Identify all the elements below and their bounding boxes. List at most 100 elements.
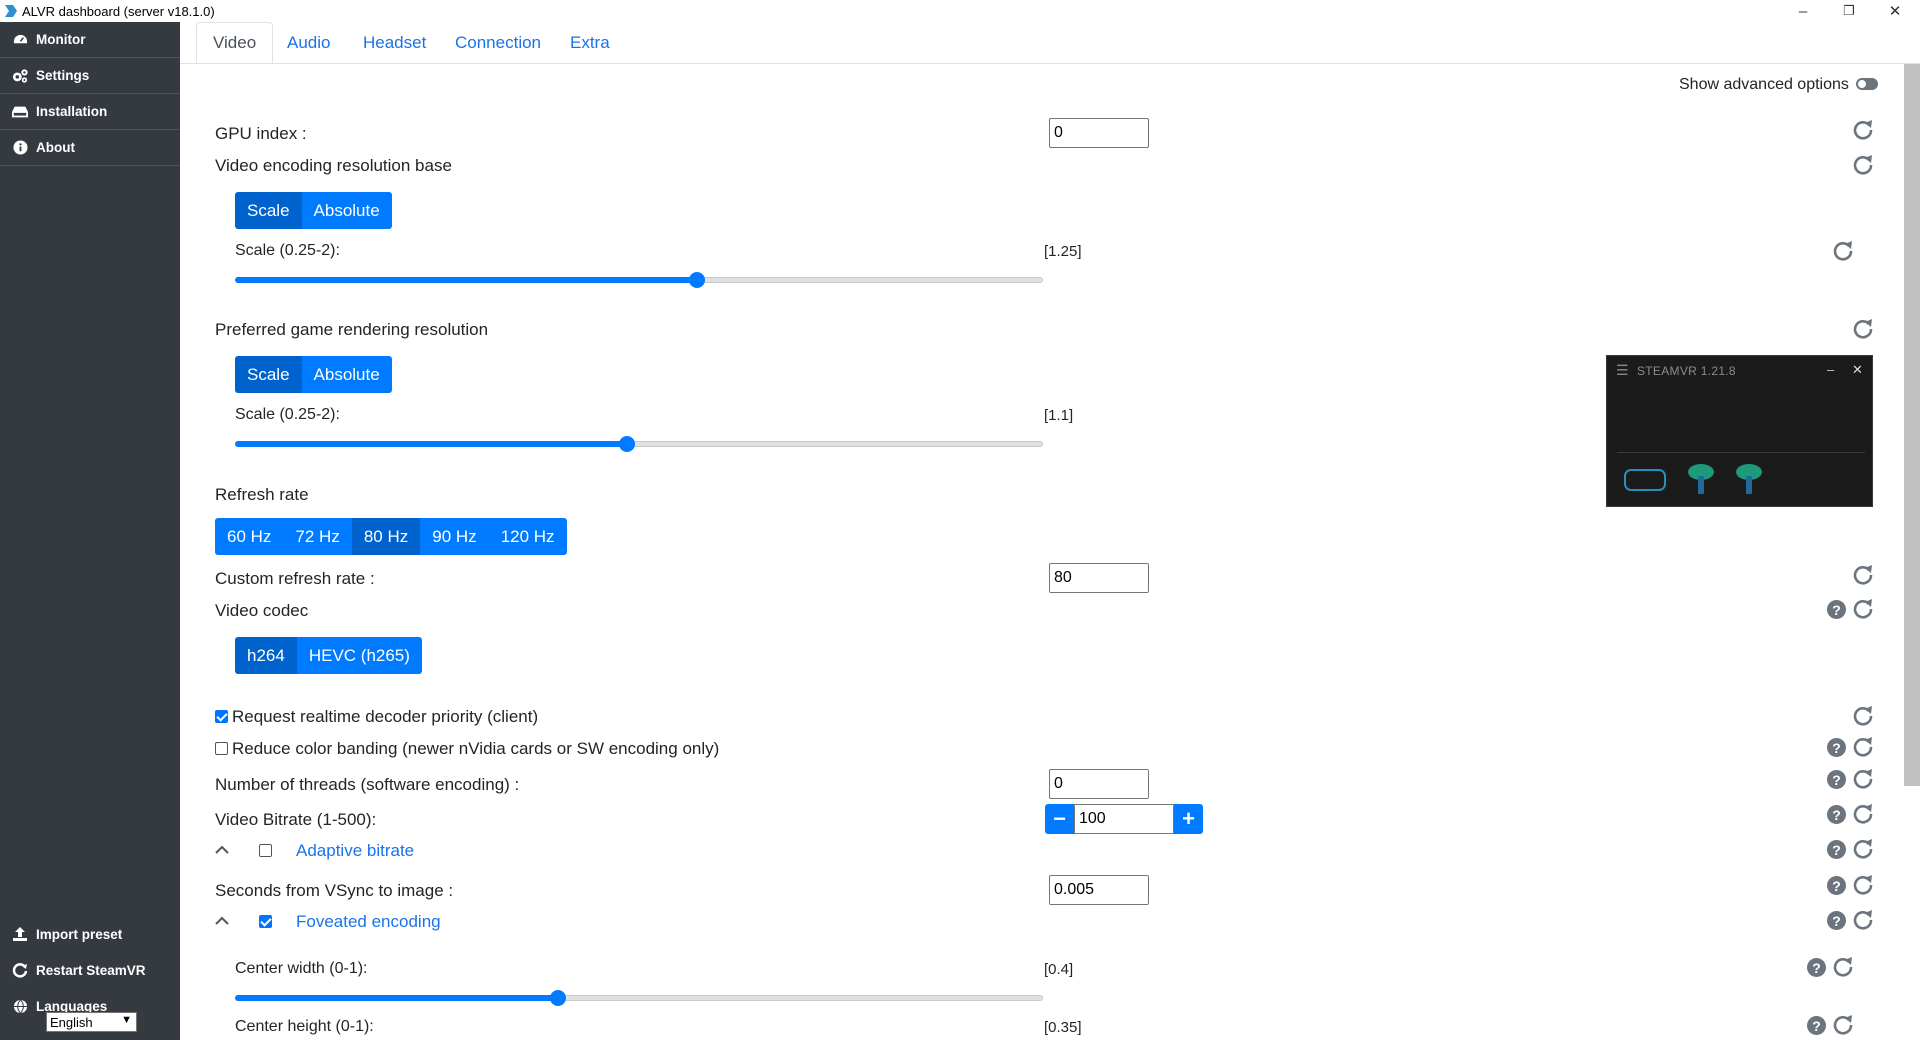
chevron-up-icon[interactable] bbox=[212, 911, 232, 931]
upload-icon bbox=[12, 926, 28, 942]
show-advanced-toggle[interactable] bbox=[1856, 78, 1878, 90]
slider-thumb[interactable] bbox=[688, 272, 705, 288]
tab-connection[interactable]: Connection bbox=[439, 22, 557, 64]
tab-headset[interactable]: Headset bbox=[347, 22, 442, 64]
steamvr-title: STEAMVR 1.21.8 bbox=[1637, 364, 1736, 378]
tab-video[interactable]: Video bbox=[196, 22, 274, 64]
slider-fill bbox=[235, 995, 559, 1001]
video-codec-label: Video codec bbox=[215, 601, 309, 620]
bitrate-decrement-button[interactable]: − bbox=[1045, 804, 1074, 834]
realtime-priority-checkbox[interactable] bbox=[215, 710, 228, 723]
codec-h264-button[interactable]: h264 bbox=[235, 637, 297, 674]
show-advanced-label: Show advanced options bbox=[1679, 76, 1849, 93]
reset-icon[interactable] bbox=[1852, 767, 1874, 789]
reset-icon[interactable] bbox=[1832, 1013, 1854, 1035]
reset-icon[interactable] bbox=[1832, 955, 1854, 977]
speedometer-icon bbox=[12, 32, 28, 48]
menu-icon[interactable]: ☰ bbox=[1616, 362, 1629, 379]
help-icon[interactable]: ? bbox=[1827, 911, 1846, 930]
reset-icon[interactable] bbox=[1852, 802, 1874, 824]
slider-fill bbox=[235, 441, 628, 447]
window-close-button[interactable]: ✕ bbox=[1872, 0, 1918, 22]
foveated-encoding-checkbox[interactable] bbox=[259, 915, 272, 928]
reset-icon[interactable] bbox=[1852, 873, 1874, 895]
center-width-slider[interactable] bbox=[235, 990, 1043, 1006]
sidebar-item-monitor[interactable]: Monitor bbox=[0, 22, 180, 58]
center-width-label: Center width (0-1): bbox=[235, 960, 368, 977]
help-icon[interactable]: ? bbox=[1827, 770, 1846, 789]
help-icon[interactable]: ? bbox=[1827, 805, 1846, 824]
steamvr-minimize-button[interactable]: – bbox=[1827, 362, 1834, 377]
reset-icon[interactable] bbox=[1852, 704, 1874, 726]
bitrate-increment-button[interactable]: + bbox=[1174, 804, 1203, 834]
game-scale-slider[interactable] bbox=[235, 436, 1043, 452]
reset-icon[interactable] bbox=[1852, 908, 1874, 930]
absolute-button[interactable]: Absolute bbox=[301, 356, 392, 393]
custom-refresh-input[interactable] bbox=[1049, 563, 1149, 593]
foveated-encoding-link[interactable]: Foveated encoding bbox=[296, 912, 441, 932]
refresh-rate-label: Refresh rate bbox=[215, 485, 309, 504]
help-icon[interactable]: ? bbox=[1807, 1016, 1826, 1035]
help-icon[interactable]: ? bbox=[1807, 958, 1826, 977]
reset-icon[interactable] bbox=[1852, 563, 1874, 585]
sidebar-bottom-label: Import preset bbox=[36, 926, 123, 942]
sidebar-item-about[interactable]: About bbox=[0, 130, 180, 166]
reset-icon[interactable] bbox=[1852, 597, 1874, 619]
steamvr-close-button[interactable]: ✕ bbox=[1852, 362, 1863, 378]
tab-audio[interactable]: Audio bbox=[271, 22, 346, 64]
vsync-input[interactable] bbox=[1049, 875, 1149, 905]
window-titlebar: ALVR dashboard (server v18.1.0) – ❐ ✕ bbox=[0, 0, 1920, 22]
refresh-60-button[interactable]: 60 Hz bbox=[215, 518, 284, 555]
window-maximize-button[interactable]: ❐ bbox=[1826, 0, 1872, 22]
gpu-index-input[interactable] bbox=[1049, 118, 1149, 148]
restart-steamvr-button[interactable]: Restart SteamVR bbox=[0, 952, 180, 988]
adaptive-bitrate-link[interactable]: Adaptive bitrate bbox=[296, 841, 414, 861]
threads-label: Number of threads (software encoding) : bbox=[215, 775, 520, 794]
refresh-120-button[interactable]: 120 Hz bbox=[488, 518, 567, 555]
encoding-resolution-label: Video encoding resolution base bbox=[215, 156, 452, 175]
window-title: ALVR dashboard (server v18.1.0) bbox=[22, 4, 215, 19]
scrollbar-thumb[interactable] bbox=[1904, 64, 1920, 786]
steamvr-divider bbox=[1617, 452, 1865, 453]
sidebar-item-installation[interactable]: Installation bbox=[0, 94, 180, 130]
import-preset-button[interactable]: Import preset bbox=[0, 916, 180, 952]
codec-hevc-button[interactable]: HEVC (h265) bbox=[296, 637, 422, 674]
reset-icon[interactable] bbox=[1852, 837, 1874, 859]
sidebar-item-label: About bbox=[36, 140, 75, 155]
slider-thumb[interactable] bbox=[619, 436, 636, 452]
slider-thumb[interactable] bbox=[550, 990, 567, 1006]
refresh-90-button[interactable]: 90 Hz bbox=[420, 518, 489, 555]
color-banding-label: Reduce color banding (newer nVidia cards… bbox=[232, 739, 720, 758]
reset-icon[interactable] bbox=[1852, 735, 1874, 757]
bitrate-label: Video Bitrate (1-500): bbox=[215, 810, 377, 829]
encoding-scale-slider[interactable] bbox=[235, 272, 1043, 288]
sidebar-item-label: Settings bbox=[36, 68, 90, 83]
threads-input[interactable] bbox=[1049, 769, 1149, 799]
reset-icon[interactable] bbox=[1832, 239, 1854, 261]
scale-button[interactable]: Scale bbox=[235, 192, 302, 229]
refresh-80-button[interactable]: 80 Hz bbox=[351, 518, 421, 555]
reset-icon[interactable] bbox=[1852, 118, 1874, 140]
encoding-scale-value: [1.25] bbox=[1044, 243, 1082, 260]
center-height-label: Center height (0-1): bbox=[235, 1018, 374, 1035]
refresh-72-button[interactable]: 72 Hz bbox=[283, 518, 352, 555]
help-icon[interactable]: ? bbox=[1827, 840, 1846, 859]
center-height-value: [0.35] bbox=[1044, 1019, 1082, 1036]
chevron-up-icon[interactable] bbox=[212, 840, 232, 860]
adaptive-bitrate-checkbox[interactable] bbox=[259, 844, 272, 857]
language-select[interactable]: English ▼ bbox=[46, 1012, 137, 1032]
sidebar-item-settings[interactable]: Settings bbox=[0, 58, 180, 94]
vsync-label: Seconds from VSync to image : bbox=[215, 881, 454, 900]
absolute-button[interactable]: Absolute bbox=[301, 192, 392, 229]
reset-icon[interactable] bbox=[1852, 317, 1874, 339]
bitrate-input[interactable] bbox=[1074, 804, 1174, 834]
scale-button[interactable]: Scale bbox=[235, 356, 302, 393]
help-icon[interactable]: ? bbox=[1827, 738, 1846, 757]
reset-icon[interactable] bbox=[1852, 153, 1874, 175]
window-minimize-button[interactable]: – bbox=[1780, 0, 1826, 22]
tab-extra[interactable]: Extra bbox=[554, 22, 626, 64]
color-banding-checkbox[interactable] bbox=[215, 742, 228, 755]
help-icon[interactable]: ? bbox=[1827, 876, 1846, 895]
gears-icon bbox=[12, 68, 28, 84]
help-icon[interactable]: ? bbox=[1827, 600, 1846, 619]
